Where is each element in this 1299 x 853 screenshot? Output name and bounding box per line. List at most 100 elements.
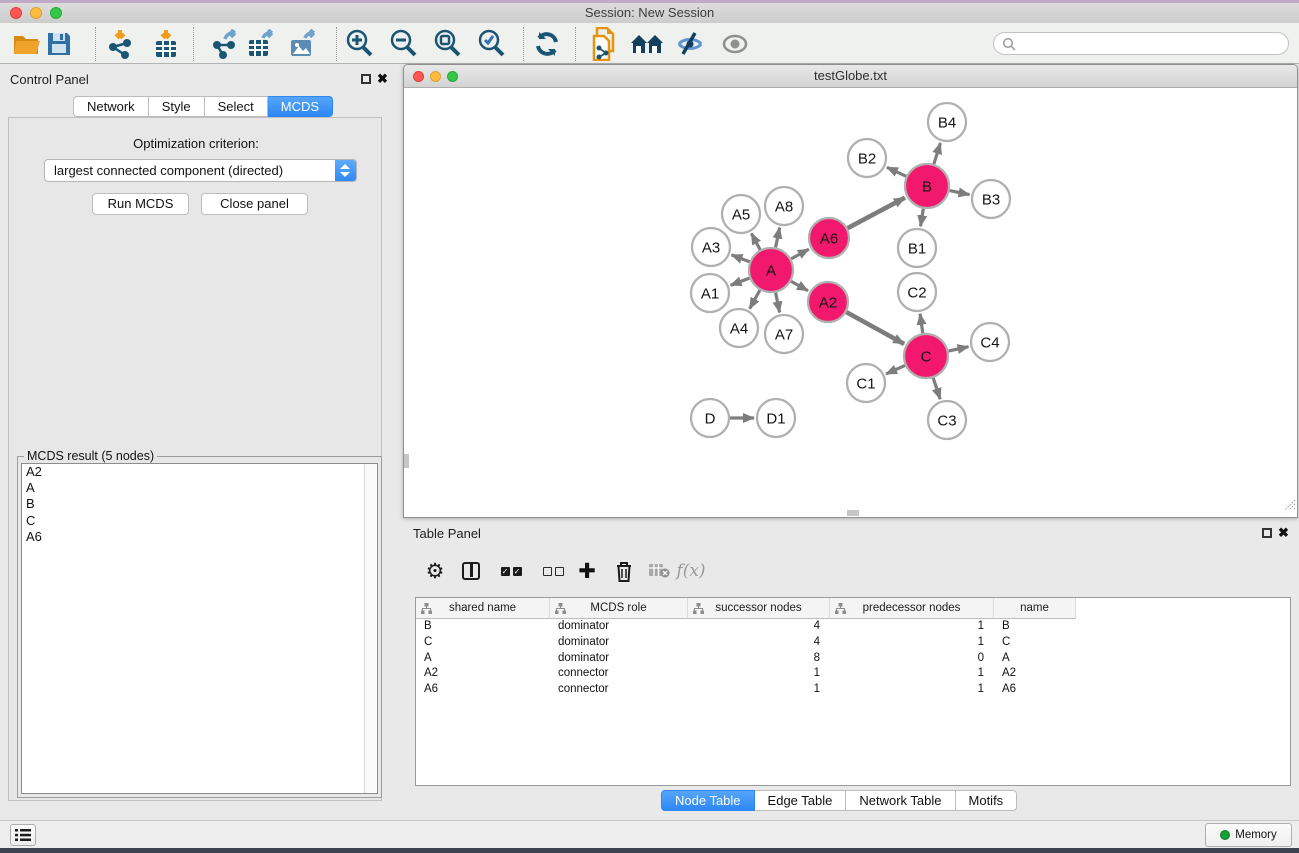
table-row[interactable]: Cdominator41C xyxy=(416,635,1290,651)
result-item[interactable]: A6 xyxy=(22,529,377,545)
tab-motifs[interactable]: Motifs xyxy=(956,790,1018,811)
memory-button[interactable]: Memory xyxy=(1205,823,1292,847)
table-tabs: Node TableEdge TableNetwork TableMotifs xyxy=(661,790,1017,811)
search-input[interactable] xyxy=(1020,34,1280,53)
float-table-panel-icon[interactable] xyxy=(1262,528,1272,538)
run-mcds-button[interactable]: Run MCDS xyxy=(92,193,189,215)
graph-edge-C-C1[interactable] xyxy=(886,365,905,374)
toolbar-separator xyxy=(193,27,194,61)
zoom-fit-icon[interactable] xyxy=(431,28,465,60)
graph-edge-B-B4[interactable] xyxy=(934,143,941,164)
tab-style[interactable]: Style xyxy=(149,96,205,117)
zoom-view-button[interactable] xyxy=(447,71,458,82)
tab-node-table[interactable]: Node Table xyxy=(661,790,755,811)
function-builder-icon[interactable]: f(x) xyxy=(675,554,707,588)
tab-edge-table[interactable]: Edge Table xyxy=(755,790,847,811)
search-icon xyxy=(1002,37,1016,56)
minimize-window-button[interactable] xyxy=(30,7,42,19)
close-table-panel-icon[interactable]: ✖ xyxy=(1278,525,1289,541)
column-tree-icon xyxy=(693,603,704,614)
graph-edge-A6-B[interactable] xyxy=(848,198,905,228)
task-history-button[interactable] xyxy=(10,824,36,846)
criterion-select[interactable]: largest connected component (directed) xyxy=(44,159,357,182)
add-column-icon[interactable]: ✚ xyxy=(571,554,603,588)
import-table-icon[interactable] xyxy=(149,28,183,60)
graph-node-label: A3 xyxy=(702,239,720,256)
open-folder-icon[interactable] xyxy=(10,28,44,60)
close-window-button[interactable] xyxy=(10,7,22,19)
zoom-selected-icon[interactable] xyxy=(475,28,509,60)
graph-edge-A-A2[interactable] xyxy=(791,281,808,290)
zoom-window-button[interactable] xyxy=(50,7,62,19)
resize-grip[interactable] xyxy=(1283,498,1296,516)
tab-mcds[interactable]: MCDS xyxy=(268,96,333,117)
toolbar-separator xyxy=(523,27,524,61)
graph-node-label: B3 xyxy=(982,191,1000,208)
delete-table-icon[interactable] xyxy=(643,554,675,588)
graph-edge-B-B1[interactable] xyxy=(921,209,924,227)
column-header-successor-nodes[interactable]: successor nodes xyxy=(688,598,830,619)
close-view-button[interactable] xyxy=(413,71,424,82)
vertical-scrollbar-thumb[interactable] xyxy=(404,454,409,468)
network-window-titlebar[interactable]: testGlobe.txt xyxy=(404,65,1297,88)
graph-edge-B-B3[interactable] xyxy=(950,191,970,195)
export-network-icon[interactable] xyxy=(208,28,242,60)
graph-edge-A-A5[interactable] xyxy=(751,233,760,249)
graph-edge-A2-C[interactable] xyxy=(846,312,904,344)
graph-edge-A-A7[interactable] xyxy=(776,293,780,313)
float-panel-icon[interactable] xyxy=(361,74,371,84)
select-all-icon[interactable]: ✓✓ xyxy=(495,554,527,588)
table-header-filler xyxy=(1076,598,1290,619)
graph-edge-A-A3[interactable] xyxy=(732,255,750,262)
graph-edge-A-A4[interactable] xyxy=(750,290,760,309)
graph-edge-C-C3[interactable] xyxy=(933,378,940,399)
save-icon[interactable] xyxy=(42,28,76,60)
export-image-icon[interactable] xyxy=(286,28,320,60)
table-cell: connector xyxy=(550,666,688,682)
delete-icon[interactable] xyxy=(608,554,640,588)
result-item[interactable]: A2 xyxy=(22,464,377,480)
graph-edge-A-A6[interactable] xyxy=(791,249,809,259)
network-graph[interactable]: B4B2BB3A8A5A6A3B1AC2A1A2A4A7C4CC1DD1C3 xyxy=(404,88,1297,517)
home-icon[interactable] xyxy=(630,28,664,60)
close-panel-button[interactable]: Close panel xyxy=(201,193,308,215)
result-item[interactable]: B xyxy=(22,496,377,512)
column-header-name[interactable]: name xyxy=(994,598,1076,619)
table-row[interactable]: Adominator80A xyxy=(416,651,1290,667)
zoom-in-icon[interactable] xyxy=(343,28,377,60)
tab-network[interactable]: Network xyxy=(73,96,149,117)
column-header-shared-name[interactable]: shared name xyxy=(416,598,550,619)
zoom-out-icon[interactable] xyxy=(387,28,421,60)
graph-edge-A-A8[interactable] xyxy=(776,228,780,248)
deselect-all-icon[interactable] xyxy=(537,554,569,588)
table-cell: B xyxy=(416,619,550,635)
close-panel-icon[interactable]: ✖ xyxy=(377,71,388,87)
result-item[interactable]: C xyxy=(22,513,377,529)
graph-edge-B-B2[interactable] xyxy=(887,167,906,176)
horizontal-scrollbar-thumb[interactable] xyxy=(847,510,859,516)
import-network-icon[interactable] xyxy=(103,28,137,60)
result-item[interactable]: A xyxy=(22,480,377,496)
refresh-icon[interactable] xyxy=(530,28,564,60)
result-scrollbar[interactable] xyxy=(364,464,377,793)
table-row[interactable]: A6connector11A6 xyxy=(416,682,1290,698)
new-network-file-icon[interactable] xyxy=(588,28,622,60)
gear-icon[interactable]: ⚙ xyxy=(419,554,451,588)
show-details-icon[interactable] xyxy=(718,28,752,60)
graph-edge-C-C2[interactable] xyxy=(920,314,923,333)
column-header-MCDS-role[interactable]: MCDS role xyxy=(550,598,688,619)
tab-select[interactable]: Select xyxy=(205,96,268,117)
graph-edge-C-C4[interactable] xyxy=(948,347,968,351)
column-tree-icon xyxy=(555,603,566,614)
list-icon xyxy=(15,828,31,842)
table-row[interactable]: A2connector11A2 xyxy=(416,666,1290,682)
table-row[interactable]: Bdominator41B xyxy=(416,619,1290,635)
graph-edge-A-A1[interactable] xyxy=(731,278,750,285)
export-table-icon[interactable] xyxy=(244,28,278,60)
column-header-predecessor-nodes[interactable]: predecessor nodes xyxy=(830,598,994,619)
tab-network-table[interactable]: Network Table xyxy=(846,790,955,811)
network-canvas[interactable]: B4B2BB3A8A5A6A3B1AC2A1A2A4A7C4CC1DD1C3 xyxy=(404,88,1297,517)
hide-details-icon[interactable] xyxy=(673,28,707,60)
split-table-icon[interactable] xyxy=(455,554,487,588)
minimize-view-button[interactable] xyxy=(430,71,441,82)
